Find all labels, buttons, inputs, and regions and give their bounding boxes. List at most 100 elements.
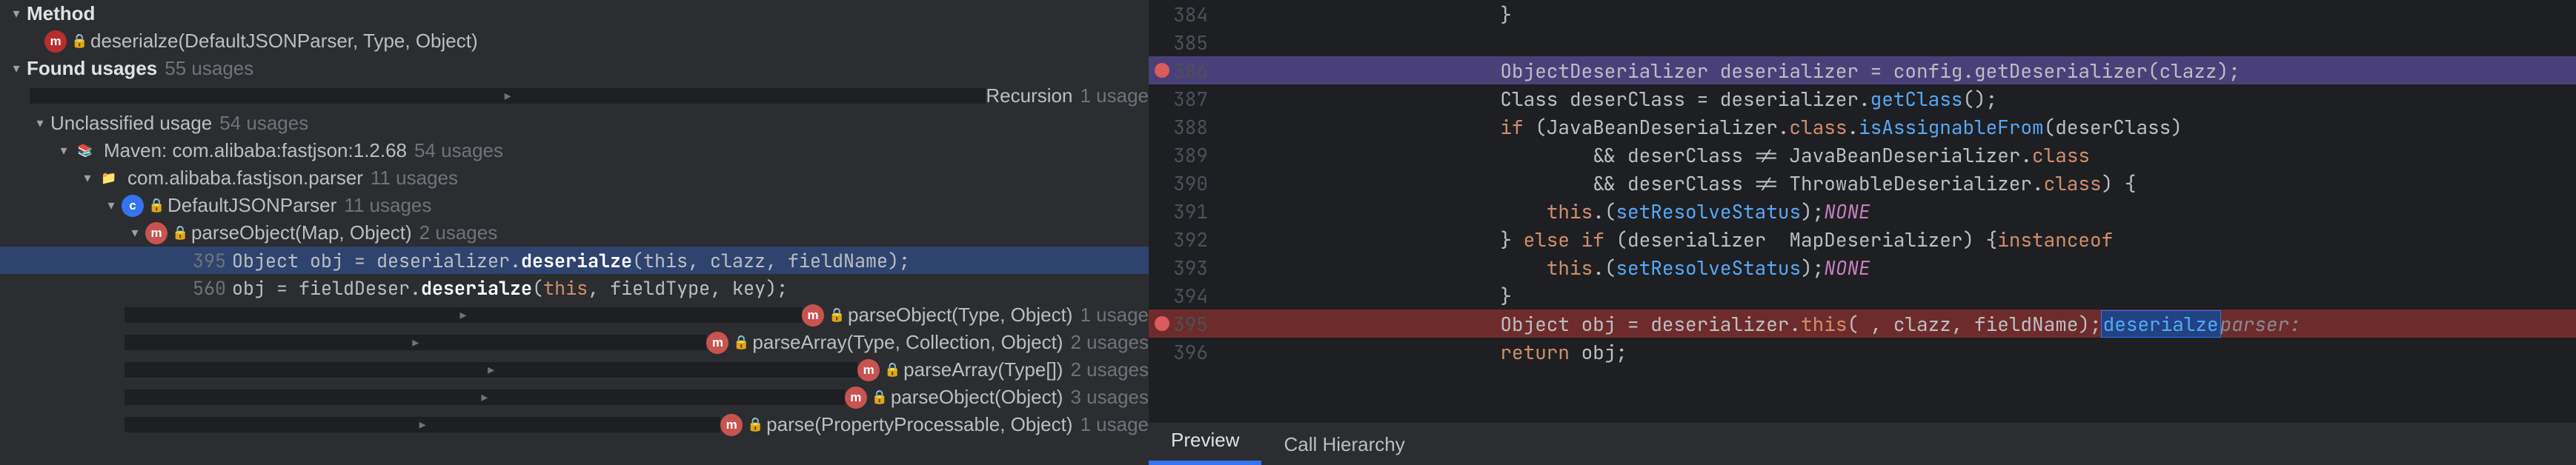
- gutter-line-number: 392: [1149, 227, 1223, 252]
- parseobj-type-label: parseObject(Type, Object): [848, 304, 1072, 327]
- parsearr-ta-label: parseArray(Type[]): [903, 358, 1063, 381]
- parse-pp-label: parse(PropertyProcessable, Object): [766, 413, 1072, 436]
- parsearr-ta-count: 2 usages: [1070, 358, 1149, 381]
- lock-icon: 🔒: [872, 389, 886, 405]
- code-content: }: [1223, 283, 1512, 309]
- gutter-line-number: 391: [1149, 198, 1223, 224]
- chevron-right-icon[interactable]: [125, 389, 845, 405]
- lock-icon: 🔒: [148, 198, 163, 213]
- chevron-down-icon[interactable]: [6, 6, 27, 21]
- gutter-line-number: 396: [1149, 339, 1223, 365]
- chevron-down-icon[interactable]: [101, 198, 122, 213]
- parse-pp-count: 1 usage: [1080, 413, 1149, 436]
- recursion-count: 1 usage: [1080, 84, 1149, 107]
- tab-preview[interactable]: Preview: [1149, 420, 1261, 465]
- code-line-395[interactable]: 395 Object obj = deserializer.this( , cl…: [1149, 310, 2576, 338]
- found-usages-label: Found usages: [27, 57, 157, 80]
- gutter-line-number: 389: [1149, 142, 1223, 168]
- method-icon: m: [145, 222, 167, 244]
- tree-method-parseobj-map[interactable]: m 🔒 parseObject(Map, Object) 2 usages: [0, 219, 1149, 247]
- gutter-line-number: 388: [1149, 114, 1223, 140]
- library-icon: 📚: [74, 140, 96, 162]
- usage-395[interactable]: 395Object obj = deserializer.deserialze(…: [0, 247, 1149, 274]
- code-line-396[interactable]: 396 return obj;: [1149, 338, 2576, 366]
- tree-found-usages[interactable]: Found usages 55 usages: [0, 55, 1149, 82]
- chevron-down-icon[interactable]: [53, 143, 74, 158]
- method-icon: m: [857, 359, 880, 381]
- parsearr-tc-count: 2 usages: [1070, 331, 1149, 354]
- gutter-line-number: 395: [1149, 311, 1223, 337]
- code-line-387[interactable]: 387 Class deserClass = deserializer.getC…: [1149, 84, 2576, 113]
- tree-method-parsearr-tc[interactable]: m 🔒 parseArray(Type, Collection, Object)…: [0, 329, 1149, 356]
- usages-tree-panel: Method m 🔒 deserialze(DefaultJSONParser,…: [0, 0, 1149, 465]
- parseobj-type-count: 1 usage: [1080, 304, 1149, 327]
- chevron-right-icon[interactable]: [125, 417, 720, 432]
- tree-maven[interactable]: 📚 Maven: com.alibaba:fastjson:1.2.68 54 …: [0, 137, 1149, 164]
- parseobj-o-count: 3 usages: [1070, 386, 1149, 409]
- tree-class[interactable]: c 🔒 DefaultJSONParser 11 usages: [0, 192, 1149, 219]
- gutter-line-number: 384: [1149, 1, 1223, 27]
- tree-pkg[interactable]: 📁 com.alibaba.fastjson.parser 11 usages: [0, 164, 1149, 192]
- code-content: Object obj = deserializer.this( , clazz,…: [1223, 311, 2312, 337]
- code-content: }: [1223, 1, 1512, 27]
- lock-icon: 🔒: [747, 417, 762, 432]
- code-line-391[interactable]: 391 this.(setResolveStatus);NONE: [1149, 197, 2576, 225]
- chevron-down-icon[interactable]: [6, 61, 27, 76]
- tree-method-parseobj-type[interactable]: m 🔒 parseObject(Type, Object) 1 usage: [0, 301, 1149, 329]
- package-icon: 📁: [98, 167, 120, 190]
- class-icon: c: [122, 195, 144, 217]
- chevron-down-icon[interactable]: [77, 170, 98, 186]
- preview-tabs: Preview Call Hierarchy: [1149, 422, 2576, 465]
- code-content: && deserClass != ThrowableDeserializer.c…: [1223, 170, 2136, 196]
- code-area[interactable]: 384 }385386 ObjectDeserializer deseriali…: [1149, 0, 2576, 422]
- parseobj-o-label: parseObject(Object): [891, 386, 1063, 409]
- code-line-388[interactable]: 388 if (JavaBeanDeserializer.class.isAss…: [1149, 113, 2576, 141]
- tree-method-parsearr-ta[interactable]: m 🔒 parseArray(Type[]) 2 usages: [0, 356, 1149, 384]
- code-line-390[interactable]: 390 && deserClass != ThrowableDeserializ…: [1149, 169, 2576, 197]
- code-content: return obj;: [1223, 339, 1627, 365]
- tree-method-parse-pp[interactable]: m 🔒 parse(PropertyProcessable, Object) 1…: [0, 411, 1149, 438]
- recursion-label: Recursion: [986, 84, 1072, 107]
- gutter-line-number: 385: [1149, 30, 1223, 56]
- breakpoint-icon[interactable]: [1155, 316, 1169, 331]
- code-line-389[interactable]: 389 && deserClass != JavaBeanDeserialize…: [1149, 141, 2576, 169]
- maven-count: 54 usages: [414, 139, 503, 162]
- chevron-right-icon[interactable]: [30, 88, 986, 104]
- code-line-384[interactable]: 384 }: [1149, 0, 2576, 28]
- code-line-386[interactable]: 386 ObjectDeserializer deserializer = co…: [1149, 56, 2576, 84]
- gutter-line-number: 393: [1149, 255, 1223, 281]
- usage-560[interactable]: 560obj = fieldDeser.deserialze(this, fie…: [0, 274, 1149, 301]
- gutter-line-number: 390: [1149, 170, 1223, 196]
- code-content: Class deserClass = deserializer.getClass…: [1223, 86, 1997, 112]
- lock-icon: 🔒: [829, 307, 843, 323]
- chevron-right-icon[interactable]: [125, 362, 857, 378]
- code-line-392[interactable]: 392 } else if (deserializer MapDeseriali…: [1149, 225, 2576, 253]
- code-content: && deserClass != JavaBeanDeserializer.cl…: [1223, 142, 2090, 168]
- parseobj-map-count: 2 usages: [419, 221, 498, 244]
- code-line-385[interactable]: 385: [1149, 28, 2576, 56]
- tree-recursion[interactable]: Recursion 1 usage: [0, 82, 1149, 110]
- tree-method-sig[interactable]: m 🔒 deserialze(DefaultJSONParser, Type, …: [0, 27, 1149, 55]
- tree-unclassified[interactable]: Unclassified usage 54 usages: [0, 110, 1149, 137]
- code-content: if (JavaBeanDeserializer.class.isAssigna…: [1223, 114, 2182, 140]
- method-icon: m: [845, 387, 867, 409]
- chevron-down-icon[interactable]: [30, 116, 50, 131]
- gutter-line-number: 387: [1149, 86, 1223, 112]
- chevron-right-icon[interactable]: [125, 335, 706, 350]
- chevron-right-icon[interactable]: [125, 307, 802, 323]
- breakpoint-icon[interactable]: [1155, 63, 1169, 78]
- lock-icon: 🔒: [733, 335, 748, 350]
- maven-label: Maven: com.alibaba:fastjson:1.2.68: [104, 139, 407, 162]
- tab-call-hierarchy[interactable]: Call Hierarchy: [1261, 424, 1427, 465]
- tree-method-header[interactable]: Method: [0, 0, 1149, 27]
- chevron-down-icon[interactable]: [125, 225, 145, 241]
- unclassified-label: Unclassified usage: [50, 112, 212, 135]
- class-label: DefaultJSONParser: [167, 194, 336, 217]
- code-line-394[interactable]: 394 }: [1149, 281, 2576, 310]
- method-icon: m: [802, 304, 824, 327]
- unclassified-count: 54 usages: [219, 112, 308, 135]
- parseobj-map-label: parseObject(Map, Object): [191, 221, 412, 244]
- code-line-393[interactable]: 393 this.(setResolveStatus);NONE: [1149, 253, 2576, 281]
- tree-method-parseobj-o[interactable]: m 🔒 parseObject(Object) 3 usages: [0, 384, 1149, 411]
- pkg-label: com.alibaba.fastjson.parser: [127, 167, 363, 190]
